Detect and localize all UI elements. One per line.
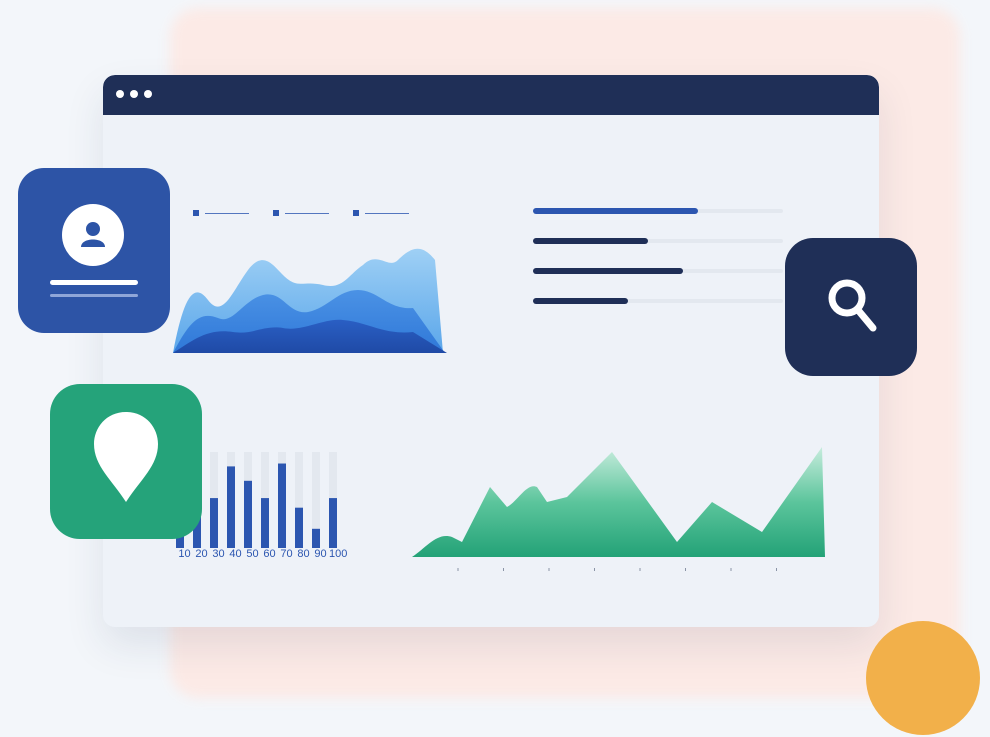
- legend-swatch: [353, 210, 359, 216]
- green-chart-ticks: [457, 568, 777, 571]
- legend-item: [273, 210, 329, 216]
- x-tick-label: 40: [229, 548, 242, 560]
- profile-card[interactable]: [18, 168, 170, 333]
- x-tick-label: 90: [314, 548, 327, 560]
- legend-swatch: [193, 210, 199, 216]
- window-controls: [116, 90, 152, 98]
- bar: [278, 463, 286, 548]
- progress-bar: [533, 207, 783, 214]
- progress-fill: [533, 208, 698, 214]
- x-tick-label: 60: [263, 548, 276, 560]
- title-bar: [103, 75, 879, 115]
- x-tick-label: 100: [329, 548, 348, 560]
- progress-bar: [533, 297, 783, 304]
- progress-fill: [533, 298, 628, 304]
- progress-fill: [533, 268, 683, 274]
- profile-detail-line: [50, 294, 138, 297]
- x-tick-label: 20: [195, 548, 208, 560]
- window-dot[interactable]: [144, 90, 152, 98]
- bar: [312, 528, 320, 548]
- profile-name-line: [50, 280, 138, 285]
- legend-item: [193, 210, 249, 216]
- x-tick-label: 30: [212, 548, 225, 560]
- location-card[interactable]: [50, 384, 202, 539]
- bar: [295, 507, 303, 548]
- x-tick-label: 80: [297, 548, 310, 560]
- decorative-circle: [866, 621, 980, 735]
- bar: [244, 480, 252, 548]
- x-tick-label: 10: [178, 548, 191, 560]
- bar: [210, 498, 218, 548]
- progress-list: [533, 207, 783, 327]
- search-card[interactable]: [785, 238, 917, 376]
- legend-line: [285, 212, 329, 214]
- green-area-series: [412, 447, 825, 557]
- progress-fill: [533, 238, 648, 244]
- legend-line: [365, 212, 409, 214]
- bar: [261, 498, 269, 548]
- chart-legend: [193, 210, 409, 216]
- window-dot[interactable]: [130, 90, 138, 98]
- progress-bar: [533, 267, 783, 274]
- x-tick-label: 50: [246, 548, 259, 560]
- window-dot[interactable]: [116, 90, 124, 98]
- legend-swatch: [273, 210, 279, 216]
- search-icon: [828, 279, 877, 332]
- x-tick-label: 70: [280, 548, 293, 560]
- area-chart: [173, 248, 447, 353]
- location-pin-icon: [94, 412, 158, 502]
- bar: [227, 466, 235, 548]
- bar-chart-x-axis: 10 20 30 40 50 60 70 80 90 100: [176, 548, 348, 560]
- progress-bar: [533, 237, 783, 244]
- bar: [329, 498, 337, 548]
- legend-line: [205, 212, 249, 214]
- legend-item: [353, 210, 409, 216]
- user-icon: [62, 204, 124, 266]
- green-area-chart: [412, 447, 825, 571]
